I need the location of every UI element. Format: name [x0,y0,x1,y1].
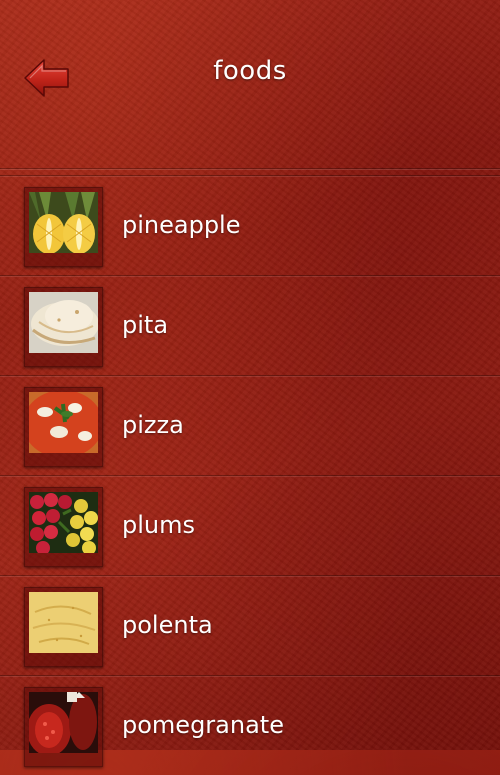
thumbnail-frame [24,687,103,767]
food-list: pineapple pita pizza plums polenta pomeg… [0,175,500,775]
list-item-label: pineapple [122,211,241,239]
list-item-label: pizza [122,411,184,439]
page-title: foods [213,56,287,86]
pita-image [29,292,98,353]
list-item[interactable]: plums [0,475,500,575]
pomegranate-image [29,692,98,753]
list-item-label: polenta [122,611,213,639]
list-item[interactable]: pizza [0,375,500,475]
thumbnail-frame [24,587,103,667]
list-item[interactable]: pita [0,275,500,375]
plums-image [29,492,98,553]
list-item[interactable]: pomegranate [0,675,500,775]
list-item-label: pomegranate [122,711,284,739]
navigation-bar: foods [0,0,500,169]
polenta-image [29,592,98,653]
list-item[interactable]: pineapple [0,175,500,275]
pineapple-image [29,192,98,253]
list-item-label: plums [122,511,195,539]
list-item[interactable]: polenta [0,575,500,675]
thumbnail-frame [24,287,103,367]
thumbnail-frame [24,187,103,267]
thumbnail-frame [24,387,103,467]
pizza-image [29,392,98,453]
thumbnail-frame [24,487,103,567]
list-item-label: pita [122,311,169,339]
